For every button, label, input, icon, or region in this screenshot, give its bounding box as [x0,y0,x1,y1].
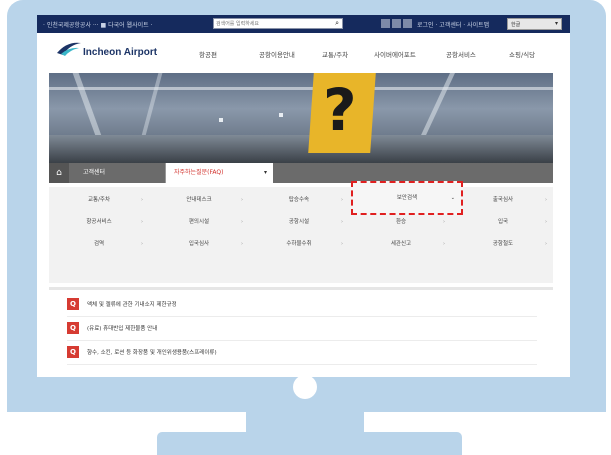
breadcrumb-faq[interactable]: 자주하는질문(FAQ) ▾ [165,163,273,183]
category-cell-selected[interactable]: 보안검색 ⌄ [351,181,463,215]
faq-item-title[interactable]: (유료) 휴대반입 제한물품 안내 [87,324,157,332]
faq-item-title[interactable]: 액체 및 젤류에 관한 기내소지 제한규정 [87,300,177,308]
chevron-right-icon: › [443,219,445,225]
category-label: 안내데스크 [186,197,212,203]
chevron-right-icon: › [545,197,547,203]
category-label: 편의시설 [188,219,210,225]
divider [67,340,537,341]
divider [67,364,537,365]
chevron-right-icon: › [141,197,143,203]
logo-text[interactable]: Incheon Airport [83,47,157,58]
ceiling-light [279,113,283,117]
search-input[interactable] [216,19,316,28]
nav-item-shopping[interactable]: 쇼핑/식당 [509,49,535,59]
language-select[interactable]: 한글 ▾ [507,18,562,30]
faq-list: Q 액체 및 젤류에 관한 기내소지 제한규정 Q (유료) 휴대반입 제한물품… [49,287,553,377]
faq-item-title[interactable]: 향수, 소킨, 로션 등 화장품 및 개인위생용품(스프레이류) [87,348,217,356]
chevron-right-icon: › [141,219,143,225]
font-size-up-icon[interactable] [381,19,390,28]
category-label: 공항철도 [492,241,514,247]
category-cell[interactable]: 입국심사 › [149,235,249,253]
nav-item-services[interactable]: 공항서비스 [446,49,476,59]
chevron-right-icon: › [241,197,243,203]
monitor-neck [246,412,364,432]
category-label: 보안검색 [396,195,418,201]
chevron-right-icon: › [545,219,547,225]
faq-category-grid: 교통/주차 › 안내데스크 › 탑승수속 › 보안검색 ⌄ 출국심사 › 항공서비스 › 편… [49,181,553,283]
site-links[interactable]: · 인천국제공항공사 ··· ■ 다국어 웹사이트 · [43,20,152,29]
chevron-right-icon: › [241,219,243,225]
search-icon[interactable]: ⌕ [335,19,339,28]
main-nav: 항공편 공항이용안내 교통/주차 사이버에어포트 공항서비스 쇼핑/식당 [187,49,567,61]
nav-item-transport[interactable]: 교통/주차 [322,49,348,59]
floor [49,135,553,163]
category-cell[interactable]: 세관신고 › [351,235,451,253]
breadcrumb: ⌂ 고객센터 자주하는질문(FAQ) ▾ [49,163,553,183]
breadcrumb-faq-label: 자주하는질문(FAQ) [174,169,224,176]
category-cell[interactable]: 공항철도 › [453,235,553,253]
ceiling-beam [49,87,553,90]
chevron-right-icon: › [341,197,343,203]
question-badge-icon: Q [67,298,79,310]
search-box[interactable]: ⌕ [213,18,343,29]
category-cell[interactable]: 교통/주차 › [49,191,149,209]
category-cell[interactable]: 출국심사 › [453,191,553,209]
category-label: 출국심사 [492,197,514,203]
font-size-down-icon[interactable] [403,19,412,28]
question-mark-icon: ? [323,76,357,144]
ceiling-light [219,118,223,122]
category-label: 공항시설 [288,219,310,225]
chevron-right-icon: › [341,241,343,247]
category-cell[interactable]: 항공서비스 › [49,213,149,231]
utility-bar: · 인천국제공항공사 ··· ■ 다국어 웹사이트 · ⌕ 로그인 · 고객센터… [37,15,570,33]
font-size-reset-icon[interactable] [392,19,401,28]
divider [67,316,537,317]
util-links[interactable]: 로그인 · 고객센터 · 사이트맵 [417,20,489,29]
ceiling-beam [139,73,163,143]
header: Incheon Airport 항공편 공항이용안내 교통/주차 사이버에어포트… [37,33,570,69]
category-label: 교통/주차 [87,197,111,203]
breadcrumb-customer-center[interactable]: 고객센터 [73,163,165,183]
nav-item-airport-guide[interactable]: 공항이용안내 [259,49,295,59]
screen: · 인천국제공항공사 ··· ■ 다국어 웹사이트 · ⌕ 로그인 · 고객센터… [37,15,570,377]
font-size-controls[interactable] [381,19,414,30]
language-value: 한글 [511,22,521,28]
category-label: 환승 [395,219,407,225]
category-cell[interactable]: 탑승수속 › [249,191,349,209]
question-badge-icon: Q [67,346,79,358]
category-cell[interactable]: 안내데스크 › [149,191,249,209]
power-button-icon [293,375,317,399]
nav-item-cyber-airport[interactable]: 사이버에어포트 [374,49,416,59]
category-label: 검역 [93,241,105,247]
chevron-right-icon: › [241,241,243,247]
hero-banner: ? [49,73,553,163]
chevron-right-icon: › [443,241,445,247]
home-icon[interactable]: ⌂ [49,163,69,183]
category-label: 탑승수속 [288,197,310,203]
nav-item-flights[interactable]: 항공편 [199,49,217,59]
category-cell[interactable]: 공항시설 › [249,213,349,231]
chevron-right-icon: › [341,219,343,225]
airport-logo-icon[interactable] [55,39,83,57]
category-cell[interactable]: 편의시설 › [149,213,249,231]
category-label: 항공서비스 [86,219,112,225]
category-cell[interactable]: 환승 › [351,213,451,231]
category-label: 입국 [497,219,509,225]
category-label: 세관신고 [390,241,412,247]
category-cell[interactable]: 검역 › [49,235,149,253]
chevron-right-icon: › [141,241,143,247]
category-label: 수하물수취 [286,241,312,247]
monitor-stand [157,432,462,455]
chevron-down-icon: ▾ [263,169,267,176]
category-cell[interactable]: 수하물수취 › [249,235,349,253]
question-badge-icon: Q [67,322,79,334]
category-label: 입국심사 [188,241,210,247]
chevron-down-icon: ▾ [554,20,558,27]
category-cell[interactable]: 입국 › [453,213,553,231]
chevron-right-icon: › [545,241,547,247]
